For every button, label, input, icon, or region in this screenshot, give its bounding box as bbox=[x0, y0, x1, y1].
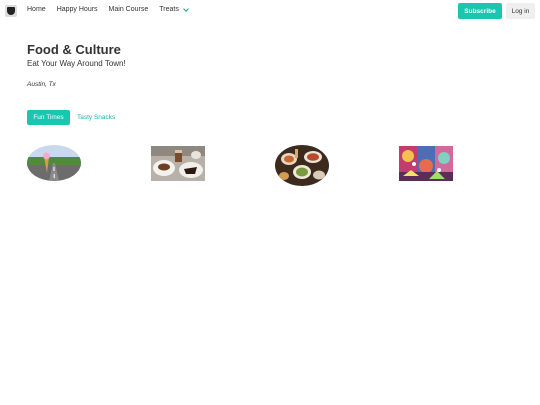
nav-link-main-course[interactable]: Main Course bbox=[109, 6, 149, 13]
photo-colorful-mural[interactable] bbox=[399, 146, 453, 181]
page-subtitle: Eat Your Way Around Town! bbox=[27, 59, 126, 68]
nav-links: Home Happy Hours Main Course Treats bbox=[27, 5, 199, 13]
coffee-cup-icon[interactable] bbox=[5, 5, 17, 17]
photo-food-table[interactable] bbox=[275, 145, 329, 186]
location-text: Austin, Tx bbox=[27, 81, 56, 88]
photo-pastries-coffee[interactable] bbox=[151, 146, 205, 181]
subscribe-button[interactable]: Subscribe bbox=[458, 3, 502, 19]
page-title: Food & Culture bbox=[27, 42, 121, 57]
nav-link-happy-hours[interactable]: Happy Hours bbox=[57, 6, 98, 13]
tab-tasty-snacks[interactable]: Tasty Snacks bbox=[77, 110, 115, 125]
login-button[interactable]: Log in bbox=[506, 3, 535, 19]
chevron-down-icon bbox=[182, 5, 189, 12]
nav-link-home[interactable]: Home bbox=[27, 6, 46, 13]
photo-ice-cream-road[interactable] bbox=[27, 145, 81, 181]
nav-link-treats[interactable]: Treats bbox=[159, 5, 189, 13]
top-navigation: Home Happy Hours Main Course Treats Subs… bbox=[0, 0, 540, 22]
nav-link-treats-label: Treats bbox=[159, 6, 179, 13]
tab-fun-times[interactable]: Fun Times bbox=[27, 110, 70, 125]
